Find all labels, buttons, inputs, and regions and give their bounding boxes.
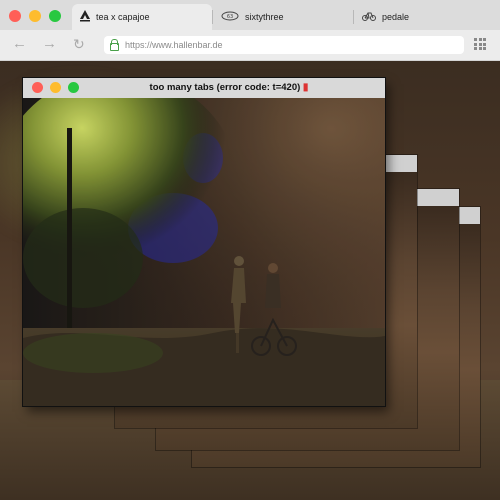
bottle-icon: ▮ <box>302 82 309 93</box>
sixtythree-logo-icon: 63 <box>221 11 239 24</box>
browser-chrome: tea x capajoe 63 sixtythree pedale ← → ↻… <box>0 0 500 61</box>
night-park-photo <box>23 98 385 406</box>
apps-grid-icon[interactable] <box>474 38 486 50</box>
url-text: https://www.hallenbar.de <box>125 40 223 50</box>
main-window-titlebar: too many tabs (error code: t=420) ▮ <box>23 78 385 98</box>
tab-label: pedale <box>382 12 410 22</box>
bicycle-icon <box>362 11 376 24</box>
tab-sixtythree[interactable]: 63 sixtythree <box>213 4 353 30</box>
svg-text:63: 63 <box>227 14 233 20</box>
tab-label: sixtythree <box>245 12 284 22</box>
tab-label: tea x capajoe <box>96 12 150 22</box>
zoom-window-button[interactable] <box>49 10 61 22</box>
forward-arrow-icon[interactable]: → <box>42 36 57 52</box>
capajoe-logo-icon <box>80 9 90 25</box>
tab-pedale[interactable]: pedale <box>354 4 494 30</box>
back-arrow-icon[interactable]: ← <box>12 36 27 52</box>
navigation-bar: ← → ↻ https://www.hallenbar.de <box>0 30 500 60</box>
reload-icon[interactable]: ↻ <box>73 36 85 52</box>
window-title-text: too many tabs (error code: t=420) <box>149 82 301 93</box>
tab-strip: tea x capajoe 63 sixtythree pedale <box>0 0 500 30</box>
close-window-button[interactable] <box>9 10 21 22</box>
tab-tea-x-capajoe[interactable]: tea x capajoe <box>72 4 212 30</box>
lock-icon <box>110 38 119 51</box>
main-window[interactable]: too many tabs (error code: t=420) ▮ <box>23 78 385 406</box>
address-bar[interactable]: https://www.hallenbar.de <box>104 36 464 54</box>
window-title: too many tabs (error code: t=420) ▮ <box>23 78 385 98</box>
minimize-window-button[interactable] <box>29 10 41 22</box>
